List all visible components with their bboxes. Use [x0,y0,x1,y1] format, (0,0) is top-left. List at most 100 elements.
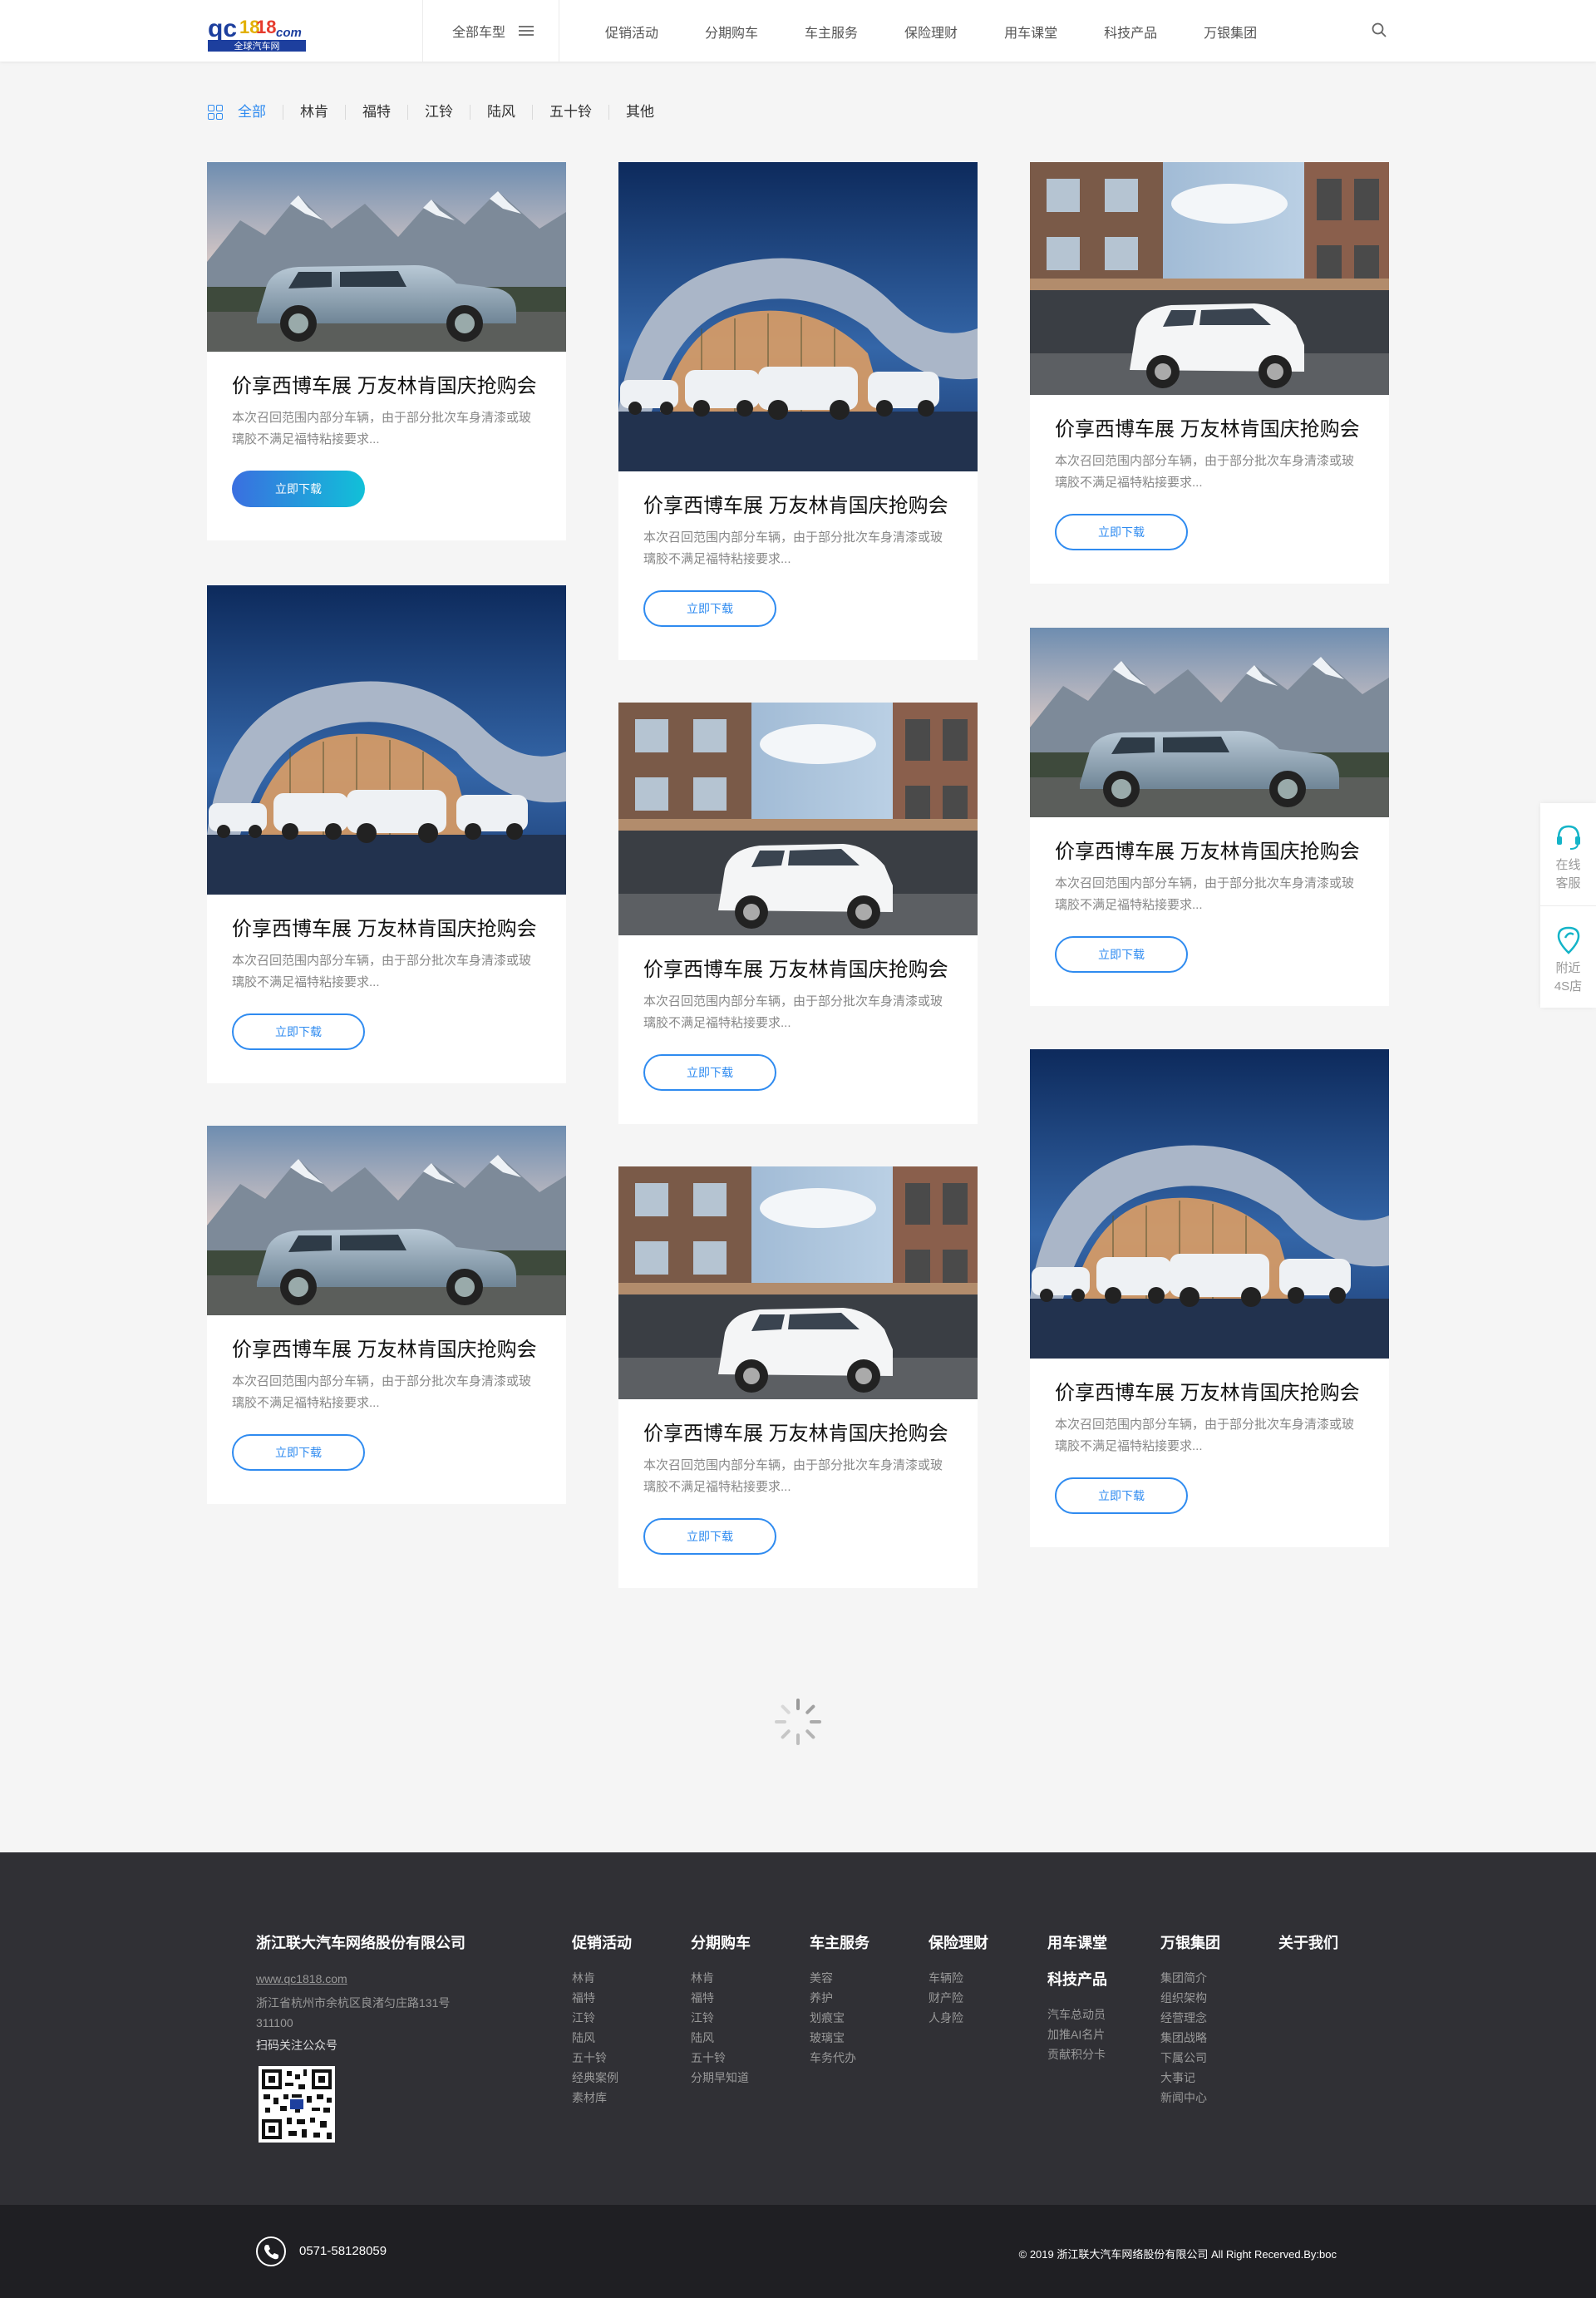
footer-url-link[interactable]: www.qc1818.com [256,1972,347,1985]
card-title[interactable]: 价享西博车展 万友林肯国庆抢购会 [232,374,566,399]
filter-lincoln[interactable]: 林肯 [283,105,345,120]
footer-link[interactable]: 车辆险 [929,1968,988,1988]
footer-column-title[interactable]: 促销活动 [572,1931,632,1953]
footer-link[interactable]: 新闻中心 [1160,2088,1220,2108]
download-button[interactable]: 立即下载 [232,1434,365,1471]
download-button[interactable]: 立即下载 [1055,514,1188,550]
nearby-4s-store-button[interactable]: 附近 4S店 [1540,905,1596,1008]
footer-link[interactable]: 福特 [572,1988,632,2008]
card-title[interactable]: 价享西博车展 万友林肯国庆抢购会 [643,494,978,519]
card-title[interactable]: 价享西博车展 万友林肯国庆抢购会 [643,958,978,983]
online-service-line2: 客服 [1555,876,1581,890]
footer-link[interactable]: 养护 [810,1988,869,2008]
all-models-label: 全部车型 [452,26,506,40]
footer-link[interactable]: 五十铃 [572,2048,632,2068]
nav-owner-service[interactable]: 车主服务 [805,22,858,42]
footer-link[interactable]: 五十铃 [691,2048,751,2068]
footer-link[interactable]: 分期早知道 [691,2068,751,2088]
card-description: 本次召回范围内部分车辆，由于部分批次车身清漆或玻璃胶不满足福特粘接要求... [643,530,943,566]
footer-column-wanyin-group: 万银集团 集团简介 组织架构 经营理念 集团战略 下属公司 大事记 新闻中心 [1160,1931,1220,2108]
footer-link[interactable]: 江铃 [691,2008,751,2028]
footer-link[interactable]: 贡献积分卡 [1047,2044,1107,2064]
footer-link[interactable]: 林肯 [691,1968,751,1988]
promo-card: 价享西博车展 万友林肯国庆抢购会 本次召回范围内部分车辆，由于部分批次车身清漆或… [207,1126,566,1504]
card-image[interactable] [1030,162,1389,395]
download-button[interactable]: 立即下载 [643,1054,776,1091]
footer-column-title[interactable]: 分期购车 [691,1931,751,1953]
footer-column-title[interactable]: 关于我们 [1278,1931,1338,1953]
footer-link[interactable]: 加推AI名片 [1047,2024,1107,2044]
footer-column-installment: 分期购车 林肯 福特 江铃 陆风 五十铃 分期早知道 [691,1931,751,2088]
footer-link[interactable]: 经典案例 [572,2068,632,2088]
footer-link[interactable]: 财产险 [929,1988,988,2008]
footer-link[interactable]: 经营理念 [1160,2008,1220,2028]
footer-link[interactable]: 划痕宝 [810,2008,869,2028]
filter-isuzu[interactable]: 五十铃 [532,105,608,120]
footer-column-title[interactable]: 万银集团 [1160,1931,1220,1953]
footer-link[interactable]: 福特 [691,1988,751,2008]
footer-link[interactable]: 下属公司 [1160,2048,1220,2068]
card-image[interactable] [207,1126,566,1315]
site-footer: 浙江联大汽车网络股份有限公司 www.qc1818.com 浙江省杭州市余杭区良… [0,1852,1596,2205]
filter-all[interactable]: 全部 [238,105,283,120]
footer-column-title[interactable]: 车主服务 [810,1931,869,1953]
nav-tech-products[interactable]: 科技产品 [1104,22,1157,42]
promo-card: 价享西博车展 万友林肯国庆抢购会 本次召回范围内部分车辆，由于部分批次车身清漆或… [207,585,566,1083]
card-title[interactable]: 价享西博车展 万友林肯国庆抢购会 [232,917,566,942]
grid-icon [208,105,223,120]
search-icon[interactable] [1372,22,1387,37]
footer-link[interactable]: 陆风 [572,2028,632,2048]
card-image[interactable] [618,1166,978,1399]
footer-link[interactable]: 汽车总动员 [1047,2005,1107,2024]
footer-column-title[interactable]: 用车课堂 [1047,1931,1107,1953]
site-logo[interactable]: qc 18 18 com 全球汽车网 [208,12,306,52]
download-button[interactable]: 立即下载 [232,471,365,507]
footer-link[interactable]: 玻璃宝 [810,2028,869,2048]
footer-link[interactable]: 组织架构 [1160,1988,1220,2008]
floating-sidebar: 在线 客服 附近 4S店 [1540,803,1596,1008]
download-button[interactable]: 立即下载 [1055,1477,1188,1514]
filter-landwind[interactable]: 陆风 [470,105,532,120]
footer-column-title[interactable]: 保险理财 [929,1931,988,1953]
footer-link[interactable]: 素材库 [572,2088,632,2108]
nav-promotions[interactable]: 促销活动 [605,22,658,42]
footer-link[interactable]: 江铃 [572,2008,632,2028]
filter-ford[interactable]: 福特 [345,105,407,120]
nav-wanyin-group[interactable]: 万银集团 [1204,22,1257,42]
card-image[interactable] [207,162,566,352]
footer-link[interactable]: 人身险 [929,2008,988,2028]
card-image[interactable] [618,703,978,935]
footer-column-title-tech[interactable]: 科技产品 [1047,1968,1107,1990]
card-image[interactable] [1030,1049,1389,1359]
card-title[interactable]: 价享西博车展 万友林肯国庆抢购会 [643,1422,978,1447]
footer-link[interactable]: 车务代办 [810,2048,869,2068]
download-button[interactable]: 立即下载 [1055,936,1188,973]
download-button[interactable]: 立即下载 [643,1518,776,1555]
card-description: 本次召回范围内部分车辆，由于部分批次车身清漆或玻璃胶不满足福特粘接要求... [643,1458,943,1494]
nav-insurance[interactable]: 保险理财 [904,22,958,42]
card-image[interactable] [207,585,566,895]
footer-link[interactable]: 集团战略 [1160,2028,1220,2048]
footer-phone[interactable]: 0571-58128059 [299,2244,387,2258]
download-button[interactable]: 立即下载 [232,1013,365,1050]
card-image[interactable] [618,162,978,471]
card-title[interactable]: 价享西博车展 万友林肯国庆抢购会 [1055,840,1389,865]
nav-installment[interactable]: 分期购车 [705,22,758,42]
logo-subtext: 全球汽车网 [234,40,280,52]
card-title[interactable]: 价享西博车展 万友林肯国庆抢购会 [1055,417,1389,442]
footer-link[interactable]: 陆风 [691,2028,751,2048]
footer-link[interactable]: 集团简介 [1160,1968,1220,1988]
card-image[interactable] [1030,628,1389,817]
online-service-button[interactable]: 在线 客服 [1540,803,1596,905]
footer-link[interactable]: 林肯 [572,1968,632,1988]
filter-jmc[interactable]: 江铃 [407,105,470,120]
nav-classroom[interactable]: 用车课堂 [1004,22,1057,42]
footer-link[interactable]: 美容 [810,1968,869,1988]
card-title[interactable]: 价享西博车展 万友林肯国庆抢购会 [1055,1381,1389,1406]
card-title[interactable]: 价享西博车展 万友林肯国庆抢购会 [232,1338,566,1363]
promo-card: 价享西博车展 万友林肯国庆抢购会 本次召回范围内部分车辆，由于部分批次车身清漆或… [1030,162,1389,584]
filter-other[interactable]: 其他 [608,105,671,120]
footer-link[interactable]: 大事记 [1160,2068,1220,2088]
download-button[interactable]: 立即下载 [643,590,776,627]
all-models-menu[interactable]: 全部车型 [452,20,534,42]
